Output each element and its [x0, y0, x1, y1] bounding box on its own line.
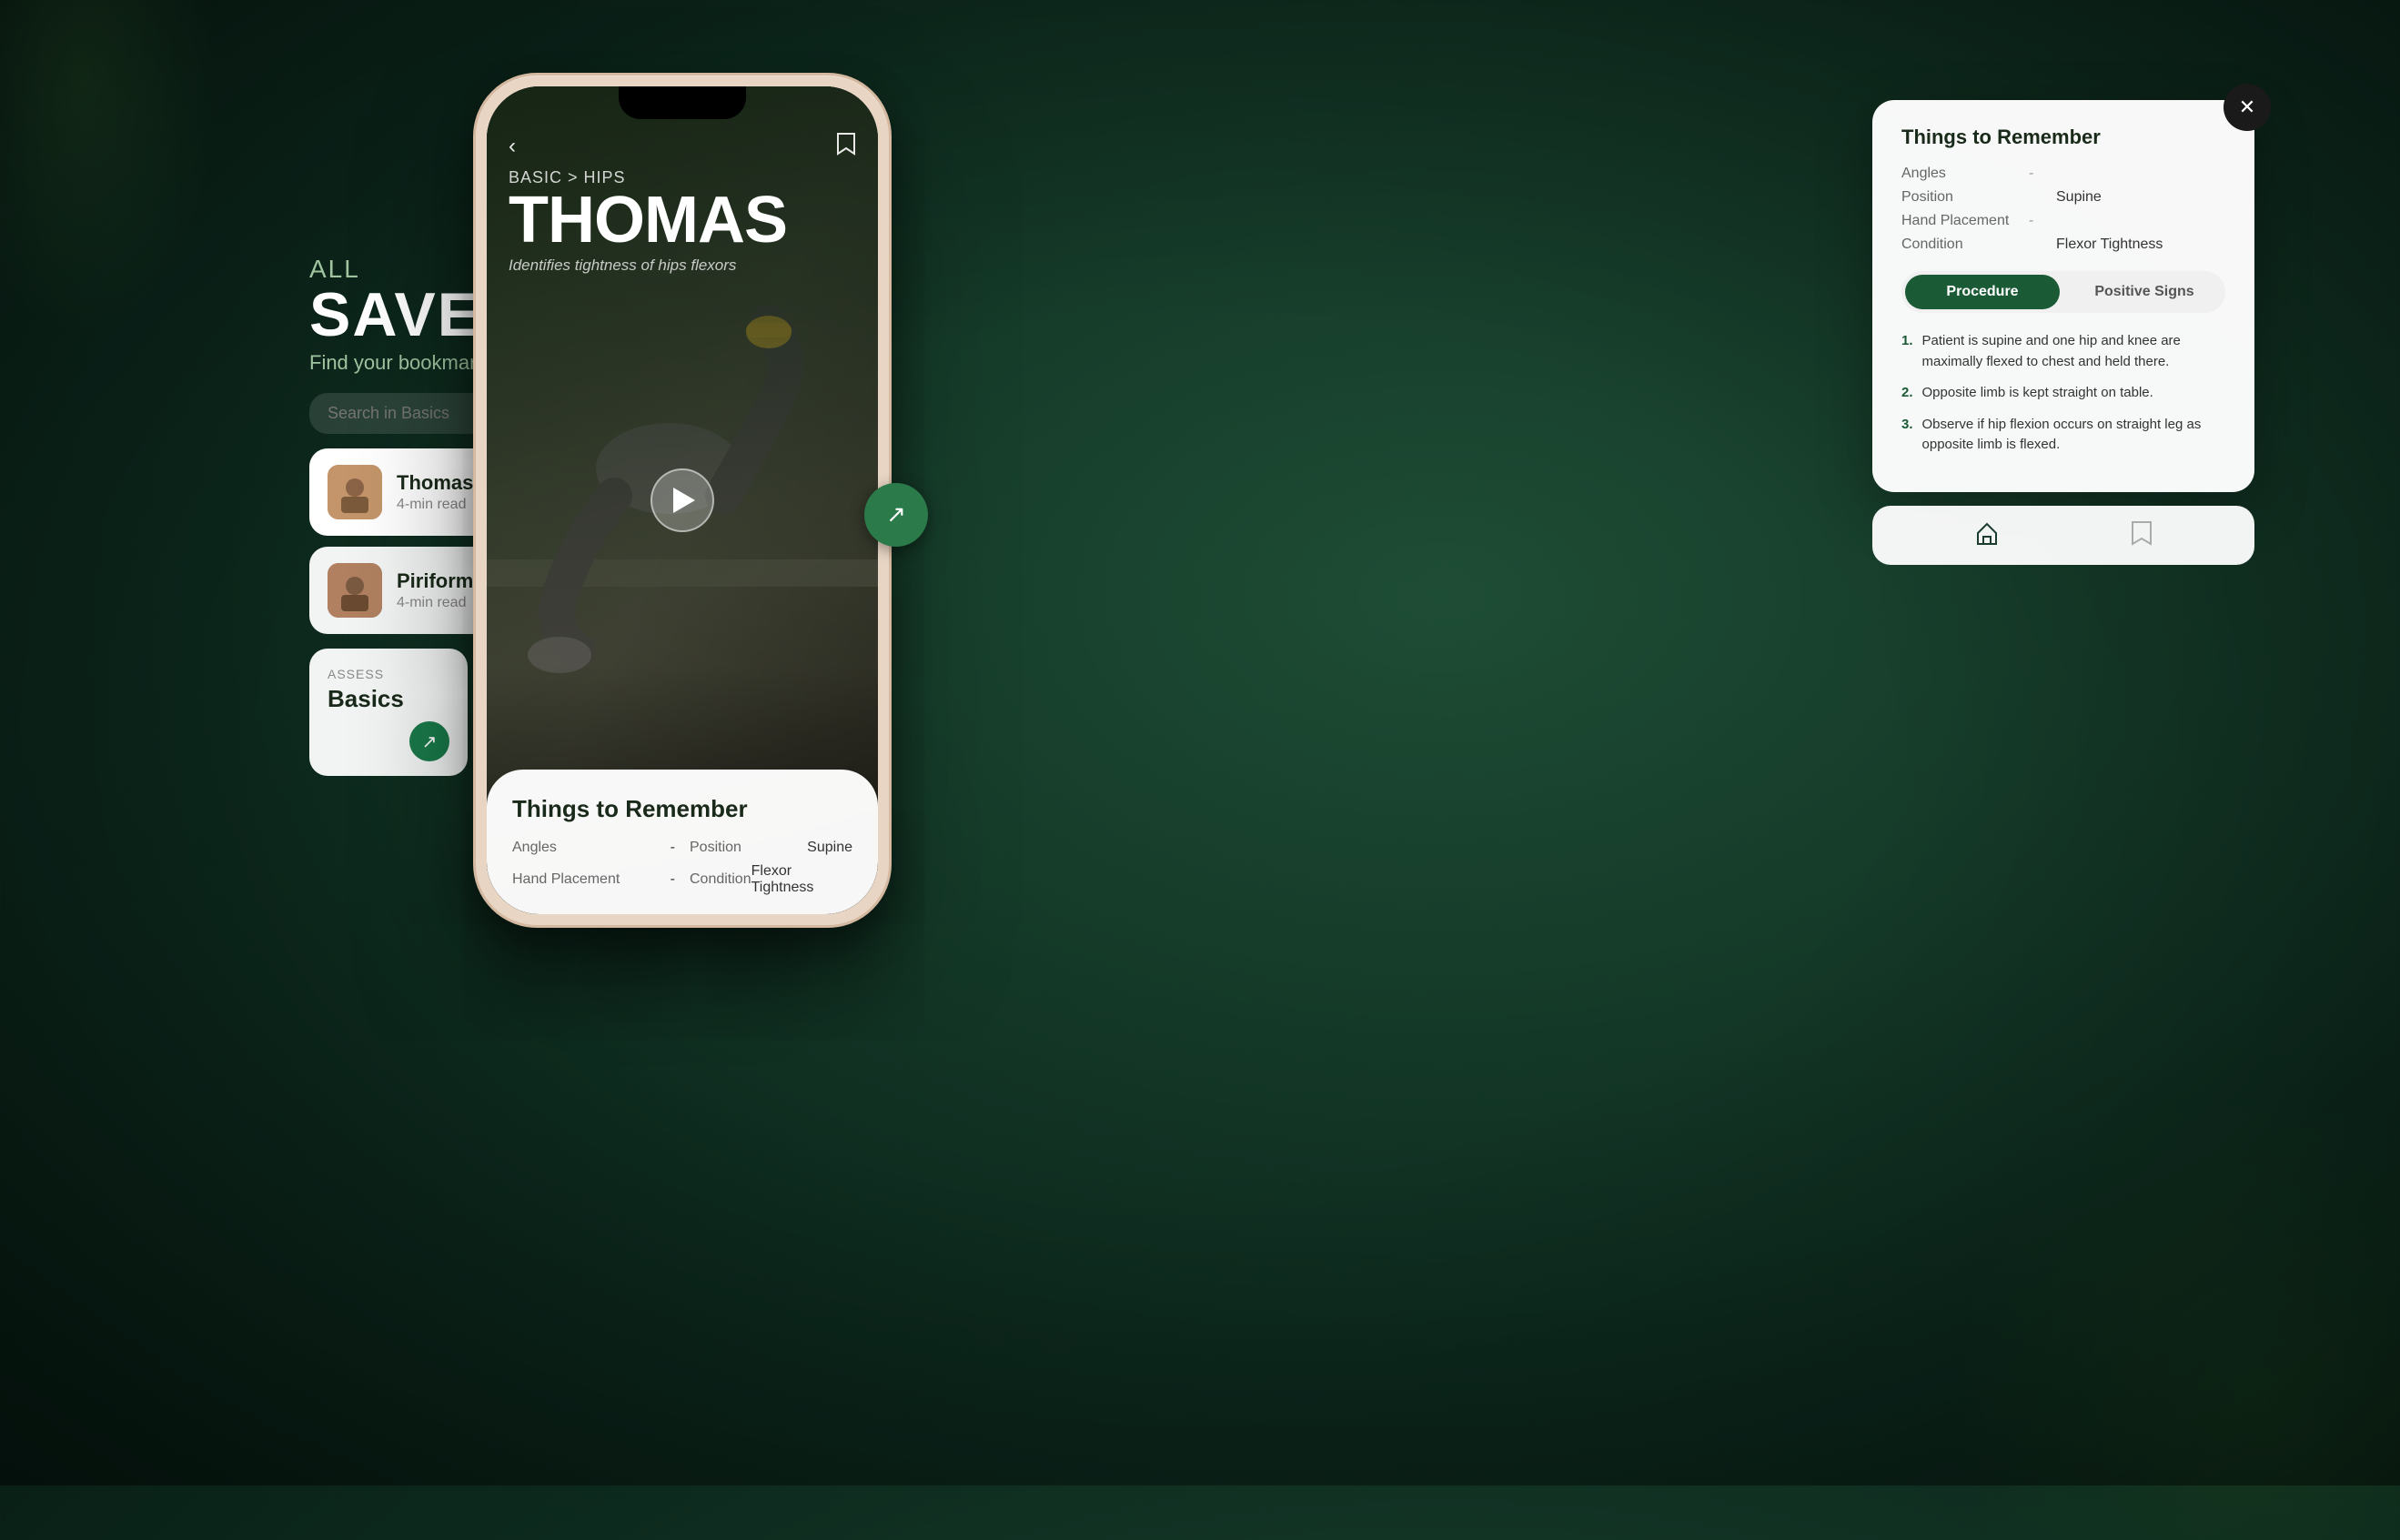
phone-bookmark-icon — [836, 132, 856, 156]
phone-info-row-position: Position Supine — [690, 840, 852, 856]
steps-list: 1. Patient is supine and one hip and kne… — [1901, 331, 2225, 456]
step-text-3: Observe if hip flexion occurs on straigh… — [1922, 415, 2225, 456]
step-item-3: 3. Observe if hip flexion occurs on stra… — [1901, 415, 2225, 456]
phone-info-row-angles: Angles - — [512, 840, 675, 856]
piriformis-thumb-icon — [328, 563, 382, 618]
phone-condition-value: Flexor Tightness — [751, 863, 852, 896]
right-angles-dash: - — [2029, 166, 2056, 182]
nav-bookmark-icon — [2131, 520, 2153, 546]
phone-frame: ‹ BASIC > HIPS THOMAS Identifies tightne… — [473, 73, 892, 928]
phone-main-title: THOMAS — [509, 187, 787, 253]
assess-basics-title: Basics — [328, 685, 449, 713]
step-item-2: 2. Opposite limb is kept straight on tab… — [1901, 383, 2225, 404]
phone-info-grid: Angles - Position Supine Hand Placement … — [512, 840, 852, 896]
right-position-label: Position — [1901, 189, 2029, 206]
phone-info-row-hand: Hand Placement - — [512, 863, 675, 896]
decorative-leaf-bottomright — [1945, 1085, 2400, 1540]
right-panel-title: Things to Remember — [1901, 126, 2225, 149]
phone-subtitle: Identifies tightness of hips flexors — [509, 257, 787, 275]
right-panel-bottom-nav — [1872, 506, 2254, 565]
step-number-1: 1. — [1901, 331, 1913, 372]
phone-angles-value: - — [671, 840, 675, 856]
nav-home-btn[interactable] — [1974, 520, 2000, 550]
phone-content: ‹ BASIC > HIPS THOMAS Identifies tightne… — [487, 86, 878, 914]
phone-back-button[interactable]: ‹ — [509, 134, 516, 159]
right-angles-label: Angles — [1901, 166, 2029, 182]
step-number-3: 3. — [1901, 415, 1913, 456]
right-panel-hand-row: Hand Placement - — [1901, 213, 2225, 229]
phone-notch — [619, 86, 746, 119]
nav-bookmark-btn[interactable] — [2131, 520, 2153, 550]
decorative-leaf-topleft — [0, 0, 218, 337]
assess-basics-arrow[interactable]: ↗ — [409, 721, 449, 761]
close-icon: ✕ — [2239, 96, 2255, 119]
phone-play-button[interactable] — [650, 468, 714, 532]
phone-position-label: Position — [690, 840, 741, 856]
thomas-test-thumbnail — [328, 465, 382, 519]
phone-hand-label: Hand Placement — [512, 871, 620, 888]
right-panel-condition-row: Condition Flexor Tightness — [1901, 237, 2225, 253]
home-icon — [1974, 520, 2000, 546]
phone-position-value: Supine — [807, 840, 852, 856]
tab-positive-signs[interactable]: Positive Signs — [2067, 275, 2222, 309]
right-panel-tabs: Procedure Positive Signs — [1901, 271, 2225, 313]
phone-bottom-panel: Things to Remember Angles - Position Sup… — [487, 770, 878, 914]
phone-external-link-button[interactable]: ↗ — [864, 483, 928, 547]
right-panel-fields: Angles - Position Supine Hand Placement … — [1901, 166, 2225, 253]
phone-wrapper: ‹ BASIC > HIPS THOMAS Identifies tightne… — [473, 73, 910, 964]
right-hand-dash: - — [2029, 213, 2056, 229]
step-text-1: Patient is supine and one hip and knee a… — [1922, 331, 2225, 372]
assess-basics-label: Assess — [328, 667, 449, 681]
right-condition-value: Flexor Tightness — [2056, 237, 2163, 253]
right-panel-angles-row: Angles - — [1901, 166, 2225, 182]
phone-top-bar: ‹ — [509, 132, 856, 161]
right-panel-position-row: Position Supine — [1901, 189, 2225, 206]
step-text-2: Opposite limb is kept straight on table. — [1922, 383, 2153, 404]
phone-info-row-condition: Condition Flexor Tightness — [690, 863, 852, 896]
phone-screen: ‹ BASIC > HIPS THOMAS Identifies tightne… — [487, 86, 878, 914]
tab-procedure[interactable]: Procedure — [1905, 275, 2060, 309]
phone-condition-label: Condition — [690, 871, 751, 888]
phone-bottom-panel-title: Things to Remember — [512, 795, 852, 823]
phone-angles-label: Angles — [512, 840, 557, 856]
step-number-2: 2. — [1901, 383, 1913, 404]
phone-hand-value: - — [671, 871, 675, 888]
assess-basics-card[interactable]: Assess Basics ↗ — [309, 649, 468, 776]
right-panel: ✕ Things to Remember Angles - Position S… — [1872, 100, 2254, 492]
close-button[interactable]: ✕ — [2224, 84, 2271, 131]
right-condition-label: Condition — [1901, 237, 2029, 253]
right-position-value: Supine — [2056, 189, 2102, 206]
right-hand-label: Hand Placement — [1901, 213, 2029, 229]
phone-title-area: BASIC > HIPS THOMAS Identifies tightness… — [509, 168, 787, 275]
phone-bookmark-button[interactable] — [836, 132, 856, 161]
step-item-1: 1. Patient is supine and one hip and kne… — [1901, 331, 2225, 372]
thomas-thumb-icon — [328, 465, 382, 519]
play-triangle-icon — [673, 488, 695, 513]
piriformis-test-thumbnail — [328, 563, 382, 618]
